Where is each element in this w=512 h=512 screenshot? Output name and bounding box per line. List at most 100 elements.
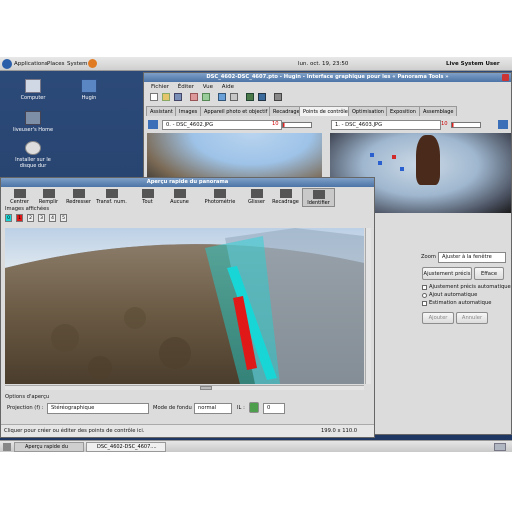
control-point-marker[interactable] (400, 167, 404, 171)
tool-label: Recadrage (272, 199, 299, 205)
tab-control-points[interactable]: Points de contrôle (299, 106, 352, 116)
workspace-switcher[interactable] (494, 443, 506, 451)
status-message: Cliquer pour créer ou éditer des points … (4, 428, 145, 434)
photometric-icon (214, 189, 226, 198)
auto-estimate-checkbox[interactable] (422, 301, 427, 306)
panel-user[interactable]: Live System User (446, 61, 500, 67)
tool-crop[interactable]: Recadrage (269, 188, 302, 205)
all-images-icon (141, 189, 154, 198)
fill-icon (42, 189, 55, 198)
optimize-icon[interactable] (218, 93, 226, 101)
images-shown-label: Images affichées (5, 206, 50, 212)
delete-button[interactable]: Efface (474, 267, 504, 280)
vertical-scrollbar[interactable] (365, 228, 371, 384)
blend-mode-select[interactable]: normal (194, 403, 232, 414)
tab-stitch[interactable]: Assemblage (419, 106, 458, 116)
tab-optimisation[interactable]: Optimisation (348, 106, 388, 116)
image-toggle-3[interactable]: 3 (38, 214, 45, 222)
desktop-icon-computer[interactable]: Computer (8, 79, 58, 101)
image-toggle-1[interactable]: 1 (16, 214, 23, 222)
desktop-icon-label: Installer sur le disque dur (15, 157, 51, 169)
image-toggle-2[interactable]: 2 (27, 214, 34, 222)
menu-vue[interactable]: Vue (203, 84, 213, 90)
control-point-marker[interactable] (392, 155, 396, 159)
hugin-menubar: Fichier Éditer Vue Aide (144, 82, 511, 92)
fast-preview-icon[interactable] (258, 93, 266, 101)
desktop-icon-hugin[interactable]: Hugin (64, 79, 114, 101)
save-icon[interactable] (174, 93, 182, 101)
cancel-button[interactable]: Annuler (456, 312, 488, 324)
projection-label: Projection (f) : (7, 405, 44, 411)
new-project-icon[interactable] (150, 93, 158, 101)
fast-preview-window: Aperçu rapide du panorama Centrer Rempli… (0, 177, 375, 438)
menu-editer[interactable]: Éditer (178, 84, 194, 90)
tool-identify[interactable]: Identifier (302, 188, 335, 207)
redo-icon[interactable] (202, 93, 210, 101)
top-panel: Applications Places System lun. oct. 19,… (0, 57, 512, 71)
stitch-icon[interactable] (230, 93, 238, 101)
auto-fine-tune-checkbox[interactable] (422, 285, 427, 290)
home-folder-icon (25, 111, 41, 125)
image-toggle-0[interactable]: 0 (5, 214, 12, 222)
preview-icon[interactable] (246, 93, 254, 101)
drag-icon (250, 189, 263, 198)
projection-select[interactable]: Stéréographique (47, 403, 149, 414)
num-transform-icon (105, 189, 118, 198)
open-icon[interactable] (162, 93, 170, 101)
applications-menu[interactable]: Applications (14, 61, 48, 67)
firefox-icon[interactable] (88, 59, 97, 68)
fine-tune-button[interactable]: Ajustement précis (422, 267, 472, 280)
tab-camera-lens[interactable]: Appareil photo et objectif (200, 106, 272, 116)
tool-all[interactable]: Tout (131, 188, 164, 205)
image-toggle-4[interactable]: 4 (49, 214, 56, 222)
tool-straighten[interactable]: Redresser (62, 188, 95, 205)
tool-none[interactable]: Aucune (163, 188, 196, 205)
show-desktop-icon[interactable] (3, 443, 11, 451)
desktop-icon-installer[interactable]: Installer sur le disque dur (8, 141, 58, 169)
system-menu[interactable]: System (67, 61, 88, 67)
auto-add-label: Ajout automatique (429, 292, 478, 298)
places-menu[interactable]: Places (47, 61, 65, 67)
tool-fill[interactable]: Remplir (32, 188, 65, 205)
zoom-select[interactable]: Ajuster à la fenêtre (438, 252, 506, 263)
ev-spinbox[interactable]: 0 (263, 403, 285, 414)
right-image-select[interactable]: 1. - DSC_4603.JPG (331, 120, 441, 130)
tool-num-transform[interactable]: Transf. num. (95, 188, 128, 205)
reset-ev-icon[interactable] (249, 402, 259, 413)
menu-aide[interactable]: Aide (222, 84, 234, 90)
preview-titlebar[interactable]: Aperçu rapide du panorama (1, 178, 374, 187)
add-button[interactable]: Ajouter (422, 312, 454, 324)
hugin-titlebar[interactable]: DSC_4602-DSC_4607.pto - Hugin - Interfac… (144, 73, 511, 82)
computer-icon (25, 79, 41, 93)
undo-icon[interactable] (190, 93, 198, 101)
menu-fichier[interactable]: Fichier (151, 84, 169, 90)
ev-label: IL : (237, 405, 245, 411)
auto-add-radio[interactable] (422, 293, 427, 298)
tab-assistant[interactable]: Assistant (146, 106, 177, 116)
tab-images[interactable]: Images (175, 106, 202, 116)
auto-fine-tune-label: Ajustement précis automatique (429, 284, 511, 290)
close-icon[interactable] (502, 74, 509, 81)
desktop-icon-home[interactable]: liveuser's Home (8, 111, 58, 133)
panel-clock[interactable]: lun. oct. 19, 23:50 (298, 61, 348, 67)
tool-label: Aucune (170, 199, 189, 205)
desktop-icon-label: Computer (20, 95, 46, 101)
taskbar-item-hugin[interactable]: DSC_4602-DSC_4607.... (86, 442, 166, 452)
control-point-marker[interactable] (370, 153, 374, 157)
control-point-marker[interactable] (378, 161, 382, 165)
horizontal-scrollbar[interactable] (5, 385, 364, 390)
fedora-logo-icon[interactable] (2, 59, 12, 69)
screen: Applications Places System lun. oct. 19,… (0, 57, 512, 452)
tab-exposure[interactable]: Exposition (386, 106, 420, 116)
prev-image-arrow-icon[interactable] (148, 120, 158, 129)
scroll-thumb[interactable] (200, 386, 212, 390)
tool-photometric[interactable]: Photométrie (201, 188, 239, 205)
desktop-icon-label: Hugin (81, 95, 97, 101)
folder-icon (81, 79, 97, 93)
taskbar-item-preview[interactable]: Aperçu rapide du pan... (14, 442, 84, 452)
left-image-select[interactable]: 0. - DSC_4602.JPG (162, 120, 282, 130)
next-image-arrow-icon[interactable] (498, 120, 508, 129)
image-toggle-5[interactable]: 5 (60, 214, 67, 222)
panorama-preview[interactable] (5, 228, 364, 384)
settings-icon[interactable] (274, 93, 282, 101)
